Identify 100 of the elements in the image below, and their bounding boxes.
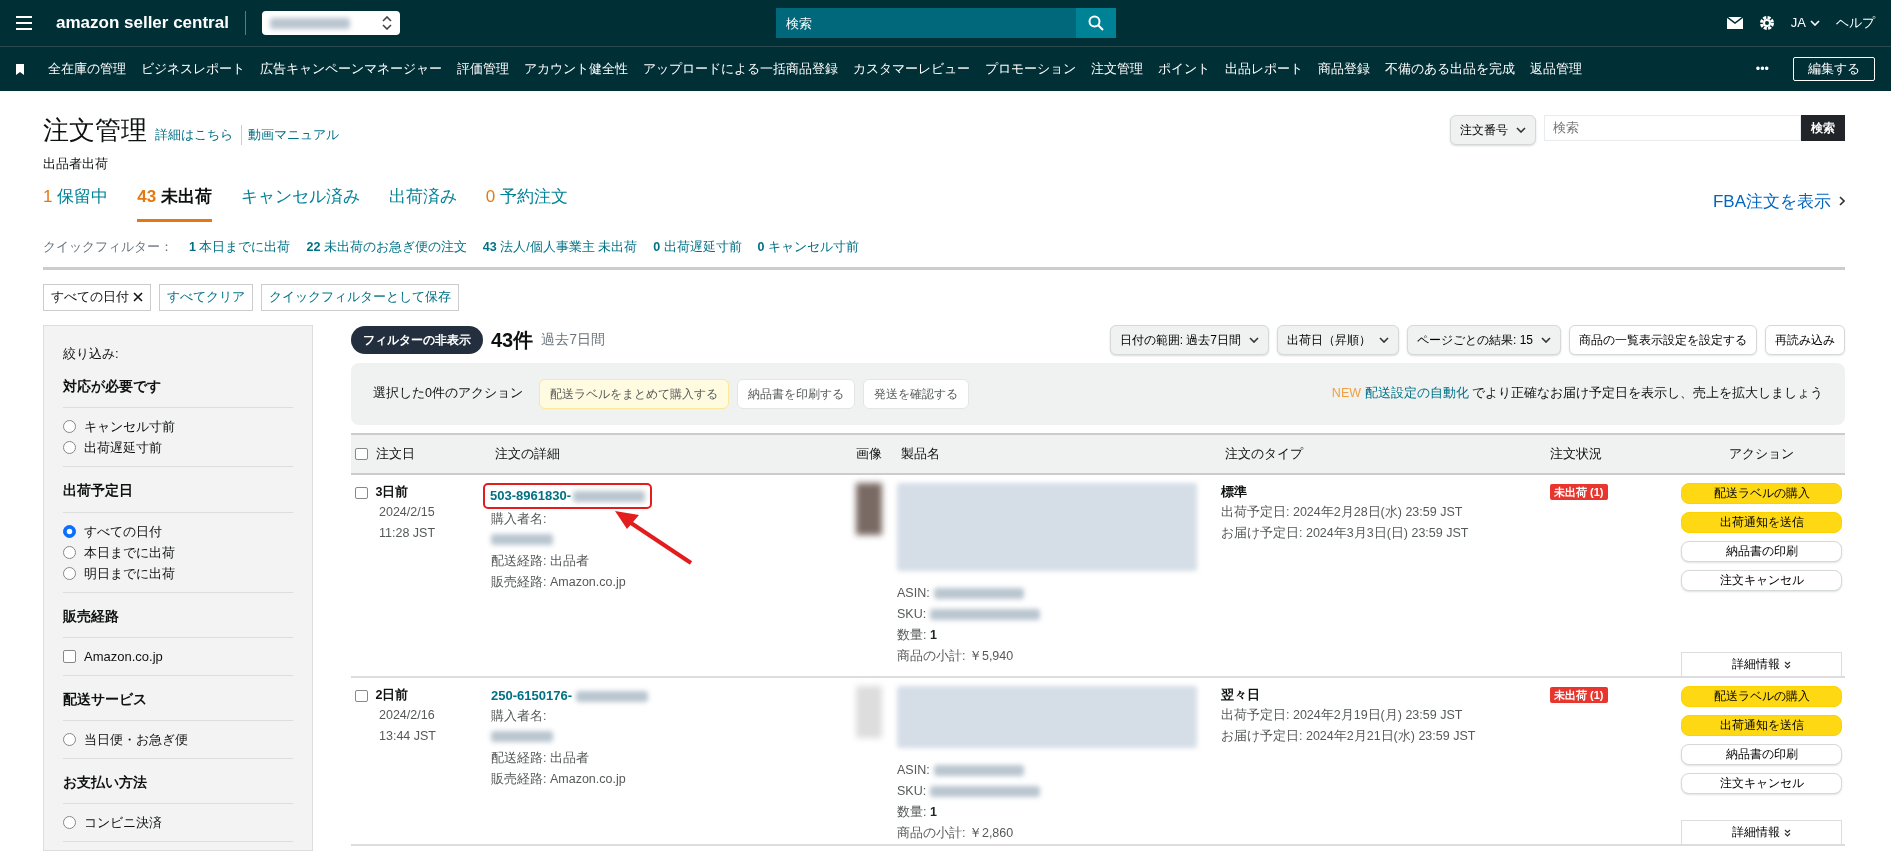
blurred-text: [491, 731, 553, 743]
close-icon[interactable]: [133, 292, 143, 303]
filter-button[interactable]: すべてクリア: [159, 283, 253, 311]
quick-filter-link[interactable]: 0 出荷遅延寸前: [653, 238, 742, 257]
action-button[interactable]: 配送ラベルの購入: [1681, 483, 1842, 505]
search-field[interactable]: 検索: [775, 8, 1076, 38]
delivery-date: お届け予定日: 2024年2月21日(水) 23:59 JST: [1221, 728, 1477, 746]
dropdown[interactable]: 出荷日（昇順）: [1277, 324, 1399, 355]
order-id-link[interactable]: 250-6150176-: [491, 686, 572, 706]
order-id-link[interactable]: 503-8961830-: [490, 486, 571, 506]
quick-filter-link[interactable]: 0 キャンセル寸前: [757, 238, 860, 257]
dropdown[interactable]: ページごとの結果: 15: [1407, 324, 1561, 355]
ship-by-date: 出荷予定日: 2024年2月28日(水) 23:59 JST: [1221, 504, 1464, 522]
sidebar-title: 絞り込み:: [63, 344, 120, 363]
help-link[interactable]: ヘルプ: [1836, 13, 1875, 33]
section-heading: 出荷予定日: [63, 467, 293, 513]
fba-orders-link[interactable]: FBA注文を表示: [1712, 188, 1845, 215]
store-selector[interactable]: [261, 11, 400, 35]
bulk-action-button[interactable]: 発送を確認する: [862, 378, 969, 409]
nav-link[interactable]: 広告キャンペーンマネージャー: [260, 59, 442, 79]
nav-link[interactable]: プロモーション: [985, 59, 1076, 79]
column-header: アクション: [1729, 445, 1794, 463]
nav-link[interactable]: 全在庫の管理: [48, 59, 126, 79]
quick-filter-link[interactable]: 43 法人/個人事業主 未出荷: [482, 238, 638, 257]
nav-link[interactable]: ビジネスレポート: [141, 59, 245, 79]
radio-button[interactable]: [63, 816, 76, 830]
tab[interactable]: 43 未出荷: [137, 177, 212, 223]
checkbox[interactable]: [63, 649, 76, 663]
logo[interactable]: amazon seller central: [56, 10, 229, 36]
filter-button[interactable]: クイックフィルターとして保存: [261, 283, 459, 311]
action-button[interactable]: 注文キャンセル: [1681, 773, 1842, 795]
order-search-field[interactable]: 検索: [1544, 115, 1801, 141]
nav-link[interactable]: 出品レポート: [1225, 59, 1303, 79]
toolbar-button[interactable]: 商品の一覧表示設定を設定する: [1569, 324, 1757, 355]
toolbar-button[interactable]: 再読み込み: [1765, 324, 1845, 355]
column-header: 注文状況: [1550, 445, 1602, 463]
radio-button[interactable]: [63, 420, 76, 434]
order-type: 標準: [1221, 484, 1248, 502]
help-link[interactable]: 動画マニュアル: [241, 125, 339, 145]
radio-button[interactable]: [63, 733, 76, 747]
option-label: Amazon.co.jp: [84, 647, 163, 666]
tab[interactable]: キャンセル済み: [240, 177, 360, 223]
radio-button[interactable]: [63, 441, 76, 455]
buyer-label: 購入者名:: [491, 708, 548, 726]
promo-link[interactable]: 配送設定の自動化: [1364, 386, 1469, 401]
details-button[interactable]: 詳細情報: [1681, 820, 1842, 845]
action-button[interactable]: 納品書の印刷: [1681, 744, 1842, 766]
nav-link[interactable]: 返品管理: [1530, 59, 1582, 79]
tab[interactable]: 1 保留中: [43, 177, 109, 223]
action-button[interactable]: 納品書の印刷: [1681, 541, 1842, 563]
nav-link[interactable]: 不備のある出品を完成: [1385, 59, 1515, 79]
fulfillment-text: 配送経路: 出品者: [491, 750, 590, 768]
nav-link[interactable]: 評価管理: [457, 59, 509, 79]
radio-button[interactable]: [63, 545, 76, 559]
bulk-action-button[interactable]: 配送ラベルをまとめて購入する: [538, 378, 729, 409]
action-button[interactable]: 注文キャンセル: [1681, 570, 1842, 592]
nav-link[interactable]: 注文管理: [1091, 59, 1143, 79]
search-scope-dropdown[interactable]: 注文番号: [1450, 115, 1536, 145]
action-button[interactable]: 出荷通知を送信: [1681, 512, 1842, 534]
action-button[interactable]: 配送ラベルの購入: [1681, 686, 1842, 708]
radio-button[interactable]: [63, 524, 76, 538]
row-checkbox[interactable]: [355, 486, 368, 500]
row-checkbox[interactable]: [355, 689, 368, 703]
language-menu[interactable]: JA: [1790, 13, 1820, 33]
edit-button[interactable]: 編集する: [1793, 56, 1875, 82]
section-heading: 販売経路: [63, 592, 293, 638]
search-button[interactable]: [1075, 8, 1116, 38]
select-all-checkbox[interactable]: [355, 447, 368, 461]
bulk-action-button[interactable]: 納品書を印刷する: [736, 378, 855, 409]
help-link[interactable]: 詳細はこちら: [155, 125, 233, 145]
column-header: 注文のタイプ: [1225, 445, 1303, 463]
tab[interactable]: 0 予約注文: [485, 177, 569, 223]
nav-link[interactable]: 商品登録: [1318, 59, 1370, 79]
nav-link[interactable]: アカウント健全性: [524, 59, 628, 79]
more-button[interactable]: •••: [1755, 59, 1769, 79]
menu-icon[interactable]: [16, 16, 32, 30]
mail-icon[interactable]: [1726, 17, 1743, 29]
search-button[interactable]: 検索: [1801, 115, 1845, 141]
caret-icon: [1541, 336, 1551, 343]
dropdown[interactable]: 日付の範囲: 過去7日間: [1109, 324, 1269, 355]
photo-placeholder: [856, 686, 882, 739]
quick-filter-link[interactable]: 22 未出荷のお急ぎ便の注文: [306, 238, 467, 257]
field-label: ASIN:: [897, 762, 930, 780]
option-label: 本日までに出荷: [84, 543, 175, 562]
action-button[interactable]: 出荷通知を送信: [1681, 715, 1842, 737]
nav-link[interactable]: ポイント: [1158, 59, 1210, 79]
nav-link[interactable]: カスタマーレビュー: [853, 59, 970, 79]
radio-button[interactable]: [63, 566, 76, 580]
tab[interactable]: 出荷済み: [388, 177, 457, 223]
details-button[interactable]: 詳細情報: [1681, 652, 1842, 677]
delivery-date: お届け予定日: 2024年3月3日(日) 23:59 JST: [1221, 525, 1470, 543]
filter-chip[interactable]: すべての日付: [43, 283, 151, 311]
channel-text: 販売経路: Amazon.co.jp: [491, 573, 627, 591]
filter-toggle-button[interactable]: フィルターの非表示: [351, 325, 483, 354]
column-header: 注文の詳細: [495, 445, 560, 463]
nav-link[interactable]: アップロードによる一括商品登録: [643, 59, 838, 79]
bookmark-icon[interactable]: [16, 63, 24, 75]
field-label: SKU:: [897, 606, 927, 624]
quick-filter-link[interactable]: 1 本日までに出荷: [189, 238, 291, 257]
settings-icon[interactable]: [1758, 15, 1775, 31]
